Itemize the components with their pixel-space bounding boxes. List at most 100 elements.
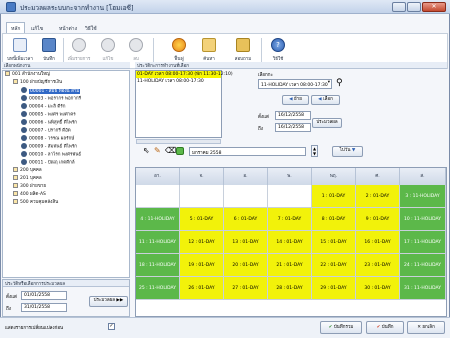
- cancel-button-label: ยกเลิก: [422, 325, 435, 330]
- pick-shift-button[interactable]: ◀ เลือก: [311, 95, 340, 105]
- calendar-day-cell[interactable]: 2 : 01-DAY: [356, 185, 400, 208]
- folder-icon: [13, 199, 18, 204]
- calendar-day-cell[interactable]: 12 : 01-DAY: [180, 231, 224, 254]
- calendar-day-cell[interactable]: 3 : 11-HOLIDAY: [400, 185, 446, 208]
- go-date-button[interactable]: ไปวัน ▼: [332, 146, 363, 157]
- shift-date-to-input[interactable]: 16/12/2558: [275, 123, 311, 132]
- shift-select-value: 11-HOLIDAY เวลา 08:00-17:30: [261, 83, 328, 88]
- calendar-day-cell[interactable]: 18 : 11-HOLIDAY: [136, 254, 180, 277]
- tree-folder-item[interactable]: 100 ฝ่ายบัญชีการเงิน: [3, 79, 129, 87]
- tree-employee-item[interactable]: 00003 - พอรากร พอกากรี: [3, 95, 129, 103]
- tree-folder-item[interactable]: 201 บุคคล: [3, 175, 129, 183]
- status-checkbox[interactable]: ✓: [108, 323, 115, 330]
- maximize-button[interactable]: [407, 2, 421, 12]
- tree-employee-item[interactable]: 00005 - พงศร พงศาคร: [3, 111, 129, 119]
- tree-folder-item[interactable]: 500 ควบคุมคลังสิน: [3, 199, 129, 207]
- tree-employee-item[interactable]: 00001 - สมิธ ทองน์ สาม: [3, 87, 129, 95]
- shift-row[interactable]: 11-HOLIDAY เวลา 08:00-17:30: [136, 78, 221, 85]
- tree-item-label: 300 ฝ่ายขาย: [20, 184, 47, 189]
- calendar-day-cell[interactable]: 9 : 01-DAY: [356, 208, 400, 231]
- calendar-day-cell[interactable]: [136, 185, 180, 208]
- tree-folder-item[interactable]: 200 บุคคล: [3, 167, 129, 175]
- close-button[interactable]: ✕: [422, 2, 446, 12]
- eraser-tool-icon[interactable]: ⌫: [165, 147, 176, 155]
- calendar-day-cell[interactable]: 30 : 01-DAY: [356, 277, 400, 300]
- pointer-tool-icon[interactable]: ⇖: [143, 147, 150, 155]
- calendar-day-cell[interactable]: [268, 185, 312, 208]
- calendar-day-cell[interactable]: [224, 185, 268, 208]
- save-all-button[interactable]: ✔ บันทึกรวม: [320, 321, 362, 334]
- shift-select-label: เลือกกะ: [258, 73, 273, 78]
- pencil-tool-icon[interactable]: ✎: [154, 147, 161, 155]
- menu-tab-help[interactable]: วิธีใช้: [80, 22, 102, 33]
- process-button[interactable]: ประมวลผล ▶▶: [89, 296, 128, 307]
- calendar-day-cell[interactable]: 21 : 01-DAY: [268, 254, 312, 277]
- calendar-day-cell[interactable]: [180, 185, 224, 208]
- calendar-day-cell[interactable]: 17 : 11-HOLIDAY: [400, 231, 446, 254]
- ok-button[interactable]: ✔ บันทึก: [366, 321, 404, 334]
- tree-item-label: 001 สำนักงานใหญ่: [12, 72, 50, 77]
- from-date-label: ตั้งแต่: [6, 295, 17, 300]
- cancel-button[interactable]: ✕ ยกเลิก: [407, 321, 445, 334]
- calendar-day-cell[interactable]: 13 : 01-DAY: [224, 231, 268, 254]
- calendar-day-cell[interactable]: 6 : 01-DAY: [224, 208, 268, 231]
- calendar-day-cell[interactable]: 28 : 01-DAY: [268, 277, 312, 300]
- month-field[interactable]: มกราคม 2558: [189, 147, 306, 156]
- calendar-day-cell[interactable]: 4 : 11-HOLIDAY: [136, 208, 180, 231]
- calendar-day-cell[interactable]: 31 : 11-HOLIDAY: [400, 277, 446, 300]
- tree-item-label: 400 ผลิต-AS: [20, 192, 46, 197]
- calendar-day-cell[interactable]: 16 : 01-DAY: [356, 231, 400, 254]
- calendar-day-cell[interactable]: 5 : 01-DAY: [180, 208, 224, 231]
- spin-down-icon: ▼: [312, 151, 317, 156]
- calendar-day-cell[interactable]: 27 : 01-DAY: [224, 277, 268, 300]
- menu-tab-main[interactable]: หลัก: [6, 22, 26, 33]
- employee-icon: [21, 127, 27, 133]
- calendar-day-cell[interactable]: 19 : 01-DAY: [180, 254, 224, 277]
- calendar-day-cell[interactable]: 1 : 01-DAY: [312, 185, 356, 208]
- go-date-button-label: ไปวัน: [339, 148, 351, 153]
- menu-tab-edit[interactable]: แก้ไข: [26, 22, 48, 33]
- tree-employee-item[interactable]: 00008 - วรรณ ผลรักษ์: [3, 135, 129, 143]
- color-tool-icon[interactable]: [176, 147, 184, 155]
- shift-list-scrollbar[interactable]: [136, 139, 221, 144]
- folder-icon: [13, 175, 18, 180]
- shift-date-from-input[interactable]: 16/12/2558: [275, 111, 311, 120]
- tree-folder-item[interactable]: 300 ฝ่ายขาย: [3, 183, 129, 191]
- month-spinner[interactable]: ▲ ▼: [311, 145, 318, 157]
- calendar-day-cell[interactable]: 8 : 01-DAY: [312, 208, 356, 231]
- calendar-day-cell[interactable]: 24 : 11-HOLIDAY: [400, 254, 446, 277]
- tree-employee-item[interactable]: 00006 - นพิสุทธิ์ ดีไพรัก: [3, 119, 129, 127]
- calendar-day-cell[interactable]: 23 : 01-DAY: [356, 254, 400, 277]
- calendar-day-cell[interactable]: 29 : 01-DAY: [312, 277, 356, 300]
- status-label: แสดงรายการเปลี่ยนแปลงก่อน: [5, 326, 64, 331]
- calendar-day-cell[interactable]: 14 : 01-DAY: [268, 231, 312, 254]
- tree-employee-item[interactable]: 00011 - ปัณ่ฤ เกตดีกล์: [3, 159, 129, 167]
- calendar-day-cell[interactable]: 25 : 11-HOLIDAY: [136, 277, 180, 300]
- calendar-day-cell[interactable]: 11 : 11-HOLIDAY: [136, 231, 180, 254]
- close-icon: ✕: [417, 325, 421, 330]
- menu-tab-window[interactable]: หน้าต่าง: [54, 22, 82, 33]
- calendar-day-cell[interactable]: 10 : 11-HOLIDAY: [400, 208, 446, 231]
- employee-icon: [21, 119, 27, 125]
- move-shift-button[interactable]: ◀ ย้าย: [282, 95, 309, 105]
- tree-employee-item[interactable]: 00009 - สัมพันธ์ ดีไพรัก: [3, 143, 129, 151]
- shift-row[interactable]: 01-DAY เวลา 08:00-17:30 (พัก 11:30-12:10…: [136, 71, 233, 78]
- tree-employee-item[interactable]: 00004 - มะลิ ดีรัก: [3, 103, 129, 111]
- tree-folder-item[interactable]: 001 สำนักงานใหญ่: [3, 71, 129, 79]
- tree-item-label: 100 ฝ่ายบัญชีการเงิน: [20, 80, 63, 85]
- calendar-day-cell[interactable]: 22 : 01-DAY: [312, 254, 356, 277]
- tree-folder-item[interactable]: 400 ผลิต-AS: [3, 191, 129, 199]
- minimize-button[interactable]: [392, 2, 406, 12]
- calendar-day-cell[interactable]: 7 : 01-DAY: [268, 208, 312, 231]
- to-date-input[interactable]: 31/01/2558: [21, 303, 67, 312]
- tree-employee-item[interactable]: 00010 - ลาไรก พงศรพันธ์: [3, 151, 129, 159]
- calendar-day-cell[interactable]: 26 : 01-DAY: [180, 277, 224, 300]
- binoculars-icon[interactable]: ⚲: [336, 78, 343, 88]
- calendar-day-cell[interactable]: 20 : 01-DAY: [224, 254, 268, 277]
- shift-select[interactable]: 11-HOLIDAY เวลา 08:00-17:30 ▾: [258, 79, 332, 89]
- tree-employee-item[interactable]: 00007 - ปรากรี ดีอัด: [3, 127, 129, 135]
- calendar-day-cell[interactable]: 15 : 01-DAY: [312, 231, 356, 254]
- date-range-panel: ประวัติหรือเลือกการประมวลผล ตั้งแต่ 01/0…: [2, 279, 130, 317]
- from-date-input[interactable]: 01/01/2558: [21, 291, 67, 300]
- apply-shift-button[interactable]: ประมวลผล: [312, 118, 342, 128]
